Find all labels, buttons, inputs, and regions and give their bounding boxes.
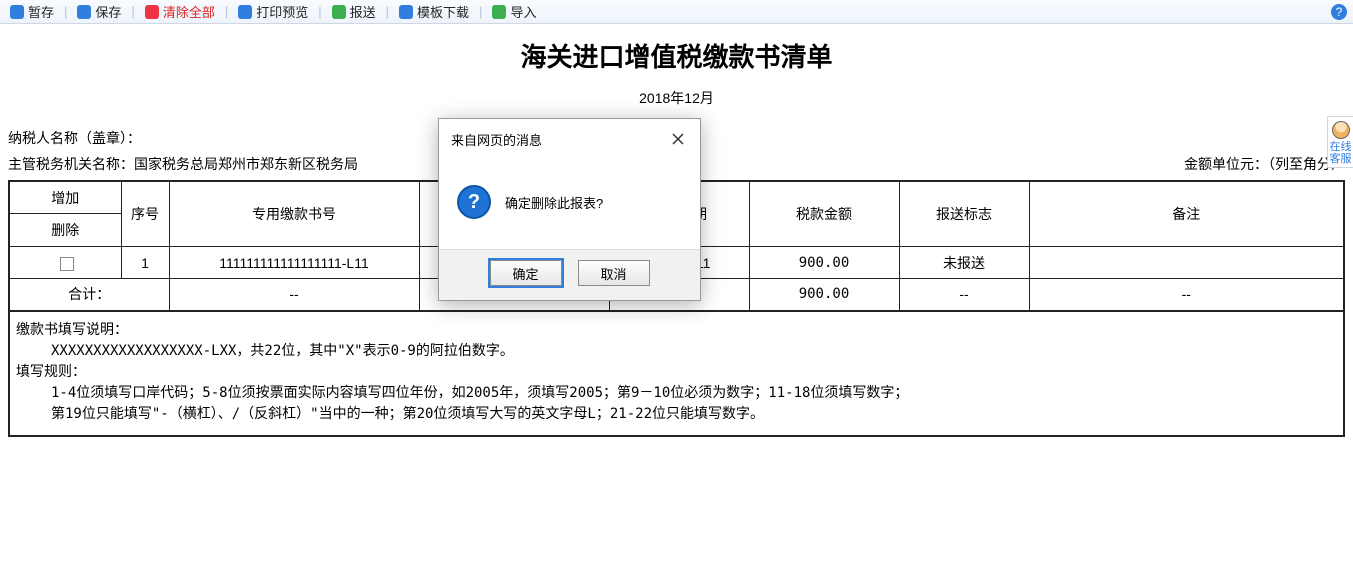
content-area: 海关进口增值税缴款书清单 2018年12月 纳税人名称（盖章）： 主管税务机关名… <box>0 24 1353 579</box>
dialog-ok-button[interactable]: 确定 <box>490 260 562 286</box>
print-preview-label: 打印预览 <box>256 2 308 21</box>
template-download-button[interactable]: 模板下载 <box>395 2 473 21</box>
separator: | <box>64 4 67 19</box>
add-row-button[interactable]: 增加 <box>10 182 121 214</box>
close-icon <box>671 132 685 146</box>
total-label: 合计： <box>9 279 169 311</box>
col-submit-flag: 报送标志 <box>899 181 1029 247</box>
import-button[interactable]: 导入 <box>488 2 540 21</box>
total-submit-flag: -- <box>899 279 1029 311</box>
import-label: 导入 <box>510 2 536 21</box>
clear-all-label: 清除全部 <box>163 2 215 21</box>
separator: | <box>131 4 134 19</box>
amount-unit: 金额单位元：（列至角分） <box>1184 154 1345 174</box>
authority-label: 主管税务机关名称： <box>8 154 134 174</box>
toolbar: 暂存 | 保存 | 清除全部 | 打印预览 | 报送 | 模板下载 | 导入 ? <box>0 0 1353 24</box>
dialog-cancel-button[interactable]: 取消 <box>578 260 650 286</box>
submit-button[interactable]: 报送 <box>328 2 380 21</box>
instr-line5: 第19位只能填写"-（横杠）、/（反斜杠）"当中的一种；第20位须填写大写的英文… <box>16 404 1337 425</box>
save-icon <box>77 5 91 19</box>
dialog-title: 来自网页的消息 <box>451 130 542 149</box>
separator: | <box>386 4 389 19</box>
page-title: 海关进口增值税缴款书清单 <box>8 37 1345 74</box>
cell-submit-flag: 未报送 <box>899 247 1029 279</box>
dialog-footer: 确定 取消 <box>439 249 700 300</box>
print-preview-button[interactable]: 打印预览 <box>234 2 312 21</box>
authority-value: 国家税务总局郑州市郑东新区税务局 <box>134 154 358 174</box>
template-download-label: 模板下载 <box>417 2 469 21</box>
total-tax-amount: 900.00 <box>749 279 899 311</box>
download-icon <box>399 5 413 19</box>
instr-line4: 1-4位须填写口岸代码；5-8位须按票面实际内容填写四位年份，如2005年，须填… <box>16 383 1337 404</box>
instr-line2: XXXXXXXXXXXXXXXXXX-LXX，共22位，其中"X"表示0-9的阿… <box>16 341 1337 362</box>
col-remark: 备注 <box>1029 181 1344 247</box>
separator: | <box>225 4 228 19</box>
instructions-panel: 缴款书填写说明： XXXXXXXXXXXXXXXXXX-LXX，共22位，其中"… <box>8 312 1345 437</box>
cell-tax-amount[interactable]: 900.00 <box>749 247 899 279</box>
dialog-body: ? 确定删除此报表? <box>439 159 700 249</box>
col-seq: 序号 <box>121 181 169 247</box>
question-icon: ? <box>457 185 491 219</box>
submit-label: 报送 <box>350 2 376 21</box>
cell-remark[interactable] <box>1029 247 1344 279</box>
save-label: 保存 <box>95 2 121 21</box>
cell-book-no[interactable]: 111111111111111111-L11 <box>169 247 419 279</box>
save-draft-button[interactable]: 暂存 <box>6 2 58 21</box>
period-date: 2018年12月 <box>8 88 1345 108</box>
dialog-titlebar: 来自网页的消息 <box>439 119 700 159</box>
separator: | <box>318 4 321 19</box>
online-service-dock[interactable]: 在线客服 <box>1327 116 1353 168</box>
delete-row-button[interactable]: 删除 <box>10 214 121 246</box>
total-book-no: -- <box>169 279 419 311</box>
actions-header: 增加 删除 <box>9 181 121 247</box>
taxpayer-label: 纳税人名称（盖章）： <box>8 128 141 148</box>
help-button[interactable]: ? <box>1331 4 1347 20</box>
dialog-close-button[interactable] <box>668 129 688 149</box>
instr-line1: 缴款书填写说明： <box>16 320 1337 341</box>
row-checkbox-cell <box>9 247 121 279</box>
col-book-no: 专用缴款书号 <box>169 181 419 247</box>
submit-icon <box>332 5 346 19</box>
save-button[interactable]: 保存 <box>73 2 125 21</box>
dock-label: 在线客服 <box>1328 141 1353 165</box>
row-checkbox[interactable] <box>60 257 74 271</box>
save-draft-label: 暂存 <box>28 2 54 21</box>
confirm-dialog: 来自网页的消息 ? 确定删除此报表? 确定 取消 <box>438 118 701 301</box>
dialog-message: 确定删除此报表? <box>505 193 603 212</box>
cell-seq: 1 <box>121 247 169 279</box>
total-remark: -- <box>1029 279 1344 311</box>
avatar-icon <box>1332 121 1350 139</box>
col-tax-amount: 税款金额 <box>749 181 899 247</box>
save-draft-icon <box>10 5 24 19</box>
print-icon <box>238 5 252 19</box>
instr-line3: 填写规则： <box>16 362 1337 383</box>
clear-all-button[interactable]: 清除全部 <box>141 2 219 21</box>
clear-icon <box>145 5 159 19</box>
separator: | <box>479 4 482 19</box>
import-icon <box>492 5 506 19</box>
